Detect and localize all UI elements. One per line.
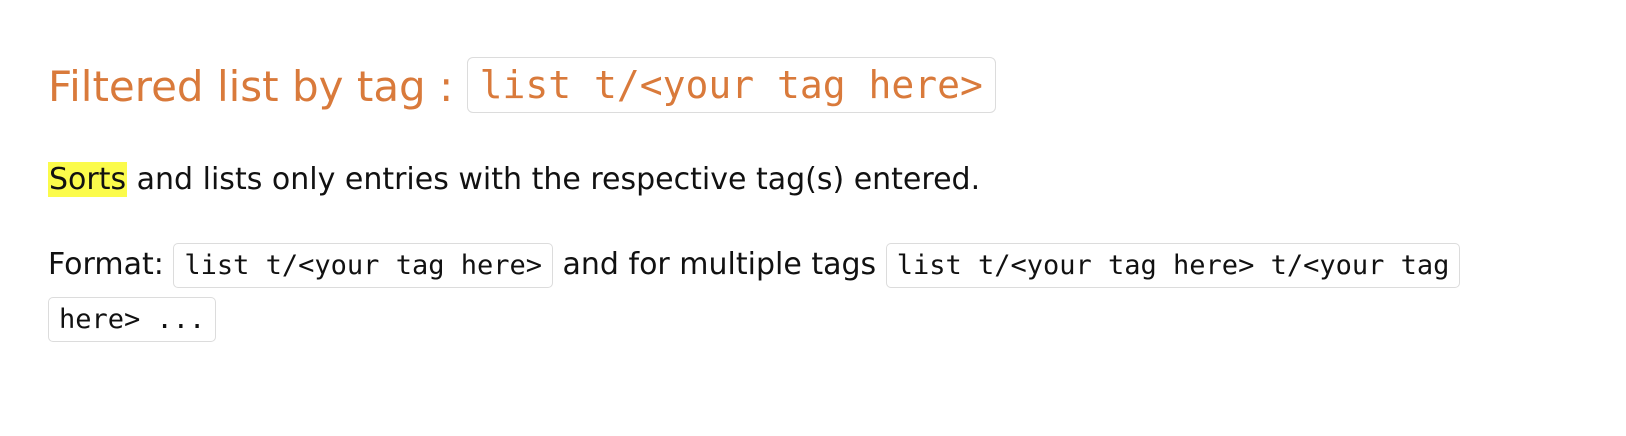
format-command-multi: list t/<your tag here> t/<your tag (885, 243, 1461, 288)
section-heading: Filtered list by tag : list t/<your tag … (48, 57, 1578, 117)
format-line-2: here> ... (48, 292, 1578, 346)
format-label: Format: (48, 247, 174, 282)
description-paragraph: Sorts and lists only entries with the re… (48, 157, 980, 203)
heading-command-code: list t/<your tag here> (466, 57, 996, 113)
document-section: Filtered list by tag : list t/<your tag … (48, 57, 1578, 342)
heading-text: Filtered list by tag : (48, 62, 467, 111)
format-paragraph: Format: list t/<your tag here> and for m… (48, 238, 1578, 346)
description-text: and lists only entries with the respecti… (127, 162, 981, 197)
format-command-multi-continued: here> ... (48, 297, 217, 342)
highlighted-word: Sorts (48, 162, 128, 197)
format-command-single: list t/<your tag here> (173, 243, 553, 288)
format-middle-text: and for multiple tags (553, 247, 886, 282)
format-line-1: Format: list t/<your tag here> and for m… (48, 238, 1578, 292)
